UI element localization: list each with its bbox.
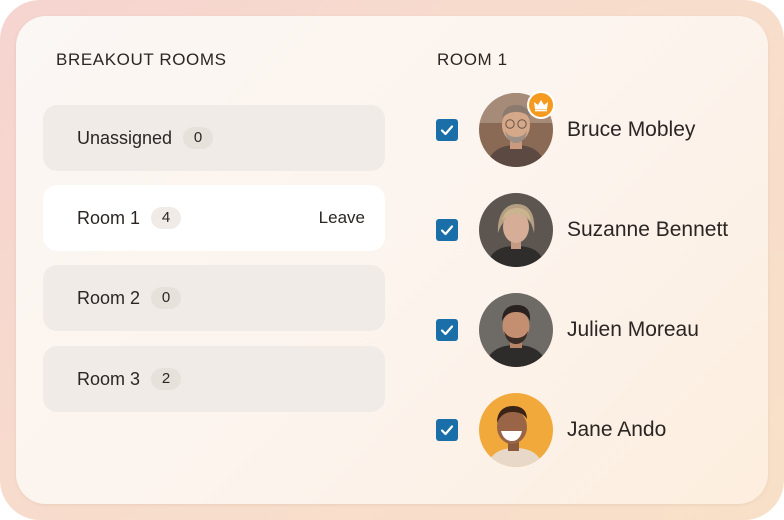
room-members-title: ROOM 1: [437, 50, 508, 69]
checkmark-icon: [440, 225, 454, 236]
room-card-room-2[interactable]: Room 2 0: [43, 265, 385, 331]
member-checkbox[interactable]: [436, 219, 458, 241]
member-checkbox[interactable]: [436, 319, 458, 341]
member-name: Julien Moreau: [567, 318, 699, 341]
member-row: Suzanne Bennett: [436, 192, 756, 268]
checkmark-icon: [440, 425, 454, 436]
room-count-badge: 0: [183, 127, 214, 149]
member-row: Julien Moreau: [436, 292, 756, 368]
room-name: Room 1: [77, 207, 141, 228]
person-avatar-icon: [479, 393, 553, 467]
member-checkbox[interactable]: [436, 419, 458, 441]
person-avatar-icon: [479, 193, 553, 267]
checkmark-icon: [440, 125, 454, 136]
breakout-rooms-title: BREAKOUT ROOMS: [56, 50, 227, 69]
room-name: Room 3: [77, 368, 141, 389]
checkmark-icon: [440, 325, 454, 336]
host-crown-icon: [527, 91, 555, 119]
room-count-badge: 2: [151, 368, 182, 390]
member-row: Jane Ando: [436, 392, 756, 468]
room-count-badge: 4: [151, 207, 182, 229]
member-name: Bruce Mobley: [567, 118, 696, 141]
member-name: Suzanne Bennett: [567, 218, 729, 241]
member-checkbox[interactable]: [436, 119, 458, 141]
room-card-unassigned[interactable]: Unassigned 0: [43, 105, 385, 171]
room-name: Unassigned: [77, 127, 173, 148]
leave-room-button[interactable]: Leave: [319, 208, 365, 228]
room-card-room-1[interactable]: Room 1 4 Leave: [43, 185, 385, 251]
member-name: Jane Ando: [567, 418, 667, 441]
member-row: Bruce Mobley: [436, 91, 756, 168]
person-avatar-icon: [479, 293, 553, 367]
room-count-badge: 0: [151, 287, 182, 309]
room-card-room-3[interactable]: Room 3 2: [43, 346, 385, 412]
room-name: Room 2: [77, 287, 141, 308]
